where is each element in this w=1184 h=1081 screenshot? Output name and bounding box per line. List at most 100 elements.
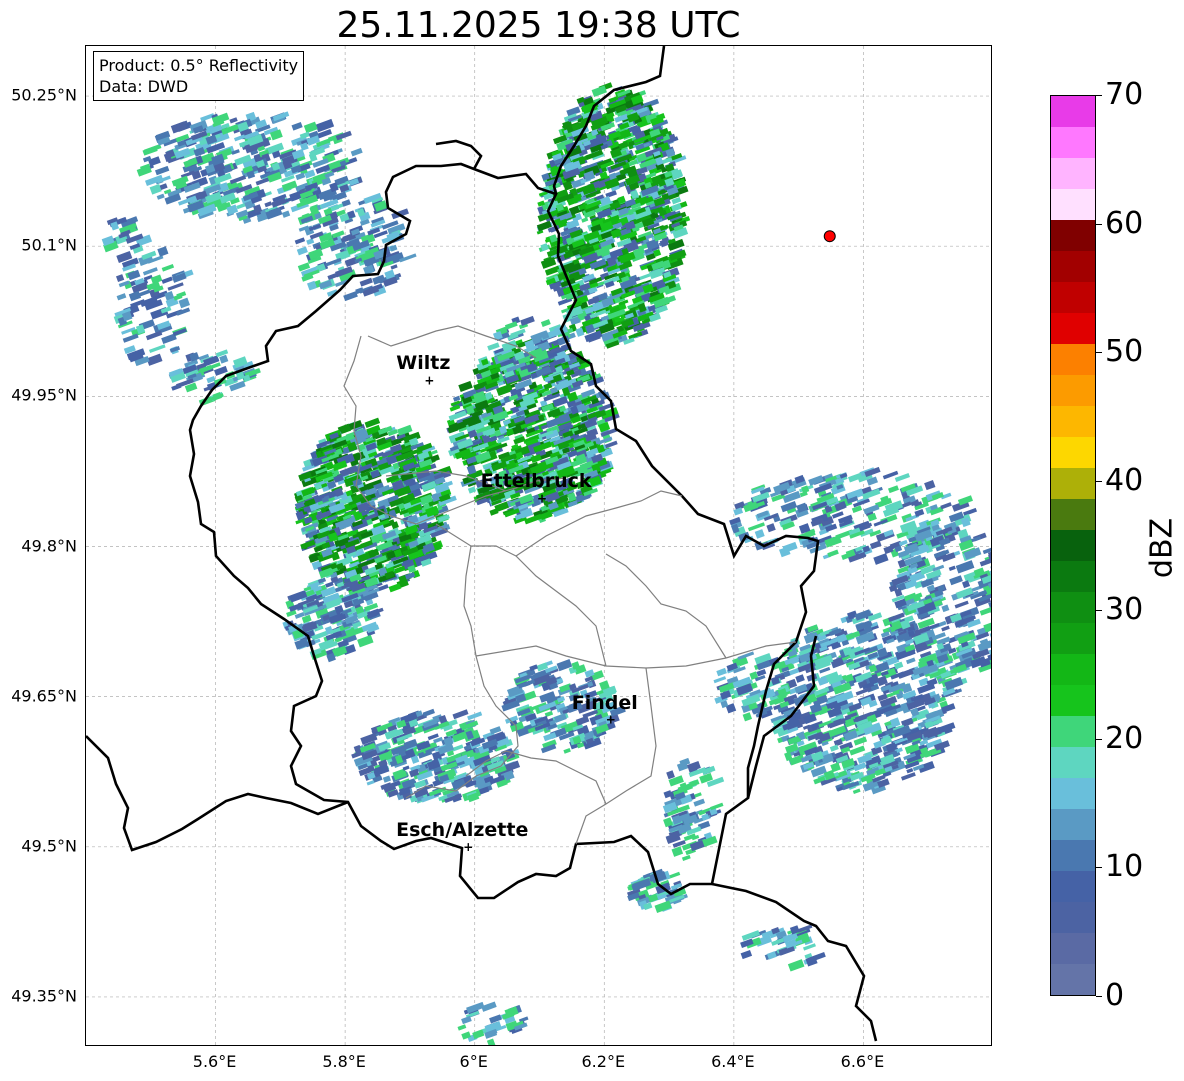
city-marker: + xyxy=(424,373,434,387)
reflectivity-echo xyxy=(295,172,306,181)
colorbar-tick xyxy=(1096,223,1102,225)
reflectivity-echo xyxy=(264,201,273,208)
reflectivity-echo xyxy=(852,788,861,795)
lon-tick-label: 5.6°E xyxy=(192,1052,237,1071)
colorbar-segment xyxy=(1051,840,1095,871)
colorbar-segment xyxy=(1051,406,1095,437)
colorbar-segment xyxy=(1051,747,1095,778)
colorbar-unit-label: dBZ xyxy=(1144,517,1180,579)
reflectivity-echo xyxy=(948,565,956,571)
reflectivity-echo xyxy=(452,709,469,720)
reflectivity-echo xyxy=(294,237,306,245)
reflectivity-echo xyxy=(716,667,727,677)
reflectivity-echo xyxy=(787,959,805,972)
reflectivity-echo xyxy=(955,560,975,574)
reflectivity-colorbar xyxy=(1050,95,1096,996)
colorbar-segment xyxy=(1051,96,1095,127)
colorbar-segment xyxy=(1051,530,1095,561)
reflectivity-echo xyxy=(954,600,969,609)
reflectivity-echo xyxy=(940,502,952,510)
reflectivity-echo xyxy=(689,779,700,787)
colorbar-segment xyxy=(1051,592,1095,623)
reflectivity-echo xyxy=(161,263,175,272)
city-label: Ettelbruck xyxy=(480,470,592,493)
colorbar-tick xyxy=(1096,867,1102,869)
reflectivity-echo xyxy=(496,383,513,397)
reflectivity-echo xyxy=(989,631,991,639)
reflectivity-echo xyxy=(335,130,352,141)
lon-tick-label: 6.6°E xyxy=(840,1052,885,1071)
lon-tick-label: 5.8°E xyxy=(322,1052,366,1071)
reflectivity-echo xyxy=(155,165,170,176)
reflectivity-echo xyxy=(504,321,518,330)
city-label: Findel xyxy=(571,691,638,714)
colorbar-segment xyxy=(1051,685,1095,716)
reflectivity-echo xyxy=(388,583,402,593)
reflectivity-echo xyxy=(390,264,398,270)
map-title: 25.11.2025 19:38 UTC xyxy=(336,5,741,46)
colorbar-tick xyxy=(1096,609,1102,611)
reflectivity-echo xyxy=(766,523,776,533)
reflectivity-echo xyxy=(315,118,335,133)
reflectivity-echo xyxy=(167,282,184,291)
colorbar-segment xyxy=(1051,437,1095,468)
luxembourg-border xyxy=(188,162,820,900)
colorbar-segment xyxy=(1051,623,1095,654)
reflectivity-echo xyxy=(176,307,191,316)
city-label: Esch/Alzette xyxy=(396,818,529,841)
colorbar-tick xyxy=(1096,738,1102,740)
colorbar-tick-label: 30 xyxy=(1105,591,1144,627)
reflectivity-echo xyxy=(671,202,682,212)
colorbar-tick xyxy=(1096,996,1102,997)
reflectivity-echo xyxy=(733,507,744,516)
reflectivity-echo xyxy=(961,580,971,589)
lat-tick-label: 50.1°N xyxy=(21,235,77,255)
colorbar-segment xyxy=(1051,809,1095,840)
reflectivity-echo xyxy=(693,798,706,807)
colorbar-segment xyxy=(1051,654,1095,685)
product-label: Product: 0.5° Reflectivity xyxy=(99,56,299,75)
colorbar-tick-label: 10 xyxy=(1105,849,1144,885)
colorbar-segment xyxy=(1051,716,1095,747)
reflectivity-echo xyxy=(990,609,991,622)
reflectivity-echo xyxy=(341,199,351,207)
reflectivity-echo xyxy=(487,342,500,351)
lat-tick-label: 49.8°N xyxy=(21,536,77,555)
belgium-france-border xyxy=(86,735,349,852)
city-marker: + xyxy=(537,491,547,505)
data-source-label: Data: DWD xyxy=(99,77,189,96)
reflectivity-echo xyxy=(851,505,863,514)
reflectivity-echo xyxy=(422,708,435,717)
reflectivity-echo xyxy=(827,549,839,558)
reflectivity-echo xyxy=(906,657,916,665)
colorbar-segment xyxy=(1051,158,1095,189)
reflectivity-echo xyxy=(563,748,571,754)
reflectivity-echo xyxy=(803,943,816,951)
reflectivity-echo xyxy=(489,1014,502,1024)
reflectivity-echo xyxy=(178,297,191,309)
reflectivity-echo xyxy=(355,287,364,295)
colorbar-tick-label: 40 xyxy=(1105,463,1144,499)
reflectivity-echo xyxy=(116,274,125,283)
lon-tick-label: 6°E xyxy=(459,1052,488,1071)
reflectivity-echo xyxy=(756,668,767,677)
reflectivity-echo xyxy=(681,854,691,861)
colorbar-segment xyxy=(1051,902,1095,933)
city-marker: + xyxy=(606,713,616,727)
reflectivity-echo xyxy=(234,134,246,142)
radar-site-marker xyxy=(823,230,836,243)
colorbar-segment xyxy=(1051,778,1095,809)
colorbar-tick-label: 50 xyxy=(1105,334,1144,370)
lat-tick-label: 49.95°N xyxy=(11,385,77,405)
reflectivity-echo xyxy=(575,715,590,726)
reflectivity-echo xyxy=(520,315,535,326)
reflectivity-echo xyxy=(949,575,963,586)
colorbar-segment xyxy=(1051,127,1095,158)
reflectivity-echo xyxy=(671,846,684,857)
product-info-box: Product: 0.5° Reflectivity Data: DWD xyxy=(93,51,305,101)
reflectivity-echo xyxy=(161,276,173,284)
reflectivity-echo xyxy=(710,802,724,811)
colorbar-segment xyxy=(1051,344,1095,375)
colorbar-segment xyxy=(1051,282,1095,313)
lon-tick-label: 6.4°E xyxy=(711,1052,755,1071)
